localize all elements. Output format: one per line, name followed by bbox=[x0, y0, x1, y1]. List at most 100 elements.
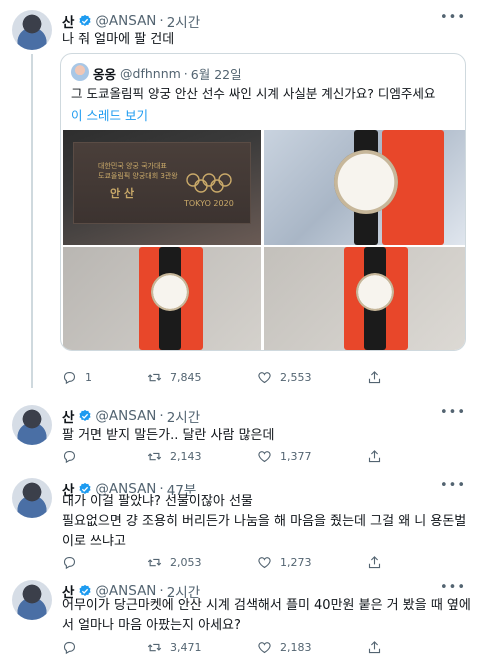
retweet-button[interactable]: 7,845 bbox=[147, 370, 257, 385]
retweet-button[interactable]: 2,143 bbox=[147, 449, 257, 464]
like-button[interactable]: 1,273 bbox=[257, 555, 367, 570]
reply-count: 1 bbox=[85, 371, 92, 384]
tweet-2[interactable]: 산 @ANSAN · 2시간 ••• 팔 거면 받지 말든가.. 달란 사람 많… bbox=[0, 395, 480, 465]
reply-button[interactable]: 1 bbox=[62, 370, 147, 385]
share-icon bbox=[368, 641, 381, 654]
avatar[interactable] bbox=[12, 10, 52, 50]
timestamp[interactable]: 2시간 bbox=[167, 11, 200, 31]
box-engraving-signature: 안 산 bbox=[110, 187, 135, 200]
tweet-text-line: 필요없으면 걍 조용히 버리든가 나눔을 해 마음을 줬는데 그걸 왜 니 용돈… bbox=[62, 514, 467, 529]
reply-icon bbox=[63, 450, 76, 464]
more-options-icon[interactable]: ••• bbox=[440, 478, 466, 493]
box-engraving-line-2: 도쿄올림픽 양궁대회 3관왕 bbox=[98, 172, 178, 180]
retweet-count: 2,143 bbox=[170, 450, 202, 463]
tweet-3[interactable]: 산 @ANSAN · 47분 ••• 내가 이걸 팔았냐? 선물이잖아 선물 필… bbox=[0, 468, 480, 573]
quoted-image-watch-case-2[interactable] bbox=[264, 247, 465, 350]
quoted-image-watch-closeup[interactable] bbox=[264, 130, 465, 245]
quoted-image-box[interactable]: 대한민국 양궁 국가대표 도쿄올림픽 양궁대회 3관왕 안 산 TOKYO 20… bbox=[63, 130, 261, 245]
share-button[interactable] bbox=[367, 640, 390, 655]
quoted-text: 그 도쿄올림픽 양궁 안산 선수 싸인 시계 사실분 계신가요? 디엠주세요 bbox=[71, 86, 436, 101]
avatar[interactable] bbox=[12, 580, 52, 620]
like-count: 1,377 bbox=[280, 450, 312, 463]
tweet-text: 나 줘 얼마에 팔 건데 bbox=[62, 32, 175, 47]
display-name[interactable]: 산 bbox=[62, 11, 74, 31]
share-icon bbox=[368, 556, 381, 569]
quoted-avatar[interactable] bbox=[71, 63, 89, 81]
tweet-text-line: 이로 쓰냐고 bbox=[62, 534, 126, 549]
tweet-1[interactable]: 산 @ANSAN · 2시간 ••• 나 줘 얼마에 팔 건데 옹옹 @dfhn… bbox=[0, 0, 480, 395]
avatar[interactable] bbox=[12, 478, 52, 518]
heart-icon bbox=[258, 557, 271, 569]
user-handle[interactable]: @ANSAN bbox=[95, 408, 156, 424]
retweet-icon bbox=[147, 452, 162, 461]
box-tokyo-text: TOKYO 2020 bbox=[184, 199, 234, 208]
reply-icon bbox=[63, 641, 76, 655]
retweet-count: 3,471 bbox=[170, 641, 202, 654]
share-icon bbox=[368, 450, 381, 463]
quoted-display-name: 옹옹 bbox=[93, 67, 117, 82]
tweet-4[interactable]: 산 @ANSAN · 2시간 ••• 어무이가 당근마켓에 안산 시계 검색해서… bbox=[0, 570, 480, 659]
watch-face bbox=[356, 273, 394, 311]
reply-button[interactable] bbox=[62, 449, 147, 464]
tweet-actions: 3,471 2,183 bbox=[62, 640, 390, 655]
user-handle[interactable]: @ANSAN bbox=[95, 13, 156, 29]
tweet-actions: 1 7,845 2,553 bbox=[62, 370, 390, 385]
tweet-header: 산 @ANSAN · 2시간 bbox=[62, 406, 200, 426]
tweet-text-line: 서 얼마나 마음 아팠는지 아세요? bbox=[62, 618, 241, 633]
tweet-text-line: 내가 이걸 팔았냐? 선물이잖아 선물 bbox=[62, 494, 253, 509]
reply-icon bbox=[63, 371, 76, 385]
tweet-actions: 2,143 1,377 bbox=[62, 449, 390, 464]
retweet-icon bbox=[147, 373, 162, 382]
more-options-icon[interactable]: ••• bbox=[440, 580, 466, 595]
olympic-rings-icon bbox=[186, 173, 232, 193]
tweet-actions: 2,053 1,273 bbox=[62, 555, 390, 570]
heart-icon bbox=[258, 372, 271, 384]
show-thread-link[interactable]: 이 스레드 보기 bbox=[71, 105, 148, 124]
verified-badge-icon bbox=[79, 14, 91, 26]
heart-icon bbox=[258, 642, 271, 654]
retweet-icon bbox=[147, 643, 162, 652]
like-button[interactable]: 2,183 bbox=[257, 640, 367, 655]
tweet-header: 산 @ANSAN · 2시간 bbox=[62, 11, 200, 31]
tweet-text: 팔 거면 받지 말든가.. 달란 사람 많은데 bbox=[62, 428, 275, 443]
watch-face bbox=[334, 150, 398, 214]
like-count: 2,553 bbox=[280, 371, 312, 384]
like-button[interactable]: 1,377 bbox=[257, 449, 367, 464]
timestamp[interactable]: 2시간 bbox=[167, 406, 200, 426]
reply-icon bbox=[63, 556, 76, 570]
share-button[interactable] bbox=[367, 555, 390, 570]
retweet-button[interactable]: 3,471 bbox=[147, 640, 257, 655]
like-count: 2,183 bbox=[280, 641, 312, 654]
quoted-timestamp: 6월 22일 bbox=[190, 67, 242, 82]
reply-button[interactable] bbox=[62, 555, 147, 570]
more-options-icon[interactable]: ••• bbox=[440, 405, 466, 420]
share-button[interactable] bbox=[367, 449, 390, 464]
quoted-image-watch-case[interactable] bbox=[63, 247, 261, 350]
separator-dot: · bbox=[159, 13, 164, 29]
tweet-text-line: 어무이가 당근마켓에 안산 시계 검색해서 플미 40만원 붙은 거 봤을 때 … bbox=[62, 598, 471, 613]
quoted-header: 옹옹 @dfhnnm · 6월 22일 bbox=[93, 64, 242, 83]
like-count: 1,273 bbox=[280, 556, 312, 569]
display-name[interactable]: 산 bbox=[62, 406, 74, 426]
retweet-count: 2,053 bbox=[170, 556, 202, 569]
like-button[interactable]: 2,553 bbox=[257, 370, 367, 385]
tweet-text: 내가 이걸 팔았냐? 선물이잖아 선물 필요없으면 걍 조용히 버리든가 나눔을… bbox=[62, 492, 472, 552]
retweet-count: 7,845 bbox=[170, 371, 202, 384]
heart-icon bbox=[258, 451, 271, 463]
reply-button[interactable] bbox=[62, 640, 147, 655]
verified-badge-icon bbox=[79, 409, 91, 421]
separator-dot: · bbox=[183, 66, 188, 81]
separator-dot: · bbox=[159, 408, 164, 424]
retweet-button[interactable]: 2,053 bbox=[147, 555, 257, 570]
share-icon bbox=[368, 371, 381, 384]
tweet-text: 어무이가 당근마켓에 안산 시계 검색해서 플미 40만원 붙은 거 봤을 때 … bbox=[62, 596, 472, 636]
box-engraving-line-1: 대한민국 양궁 국가대표 bbox=[98, 162, 167, 170]
more-options-icon[interactable]: ••• bbox=[440, 10, 466, 25]
avatar[interactable] bbox=[12, 405, 52, 445]
watch-face bbox=[151, 273, 189, 311]
quoted-tweet[interactable]: 옹옹 @dfhnnm · 6월 22일 그 도쿄올림픽 양궁 안산 선수 싸인 … bbox=[60, 53, 466, 351]
share-button[interactable] bbox=[367, 370, 390, 385]
quoted-handle: @dfhnnm bbox=[120, 66, 181, 81]
retweet-icon bbox=[147, 558, 162, 567]
watch-box: 대한민국 양궁 국가대표 도쿄올림픽 양궁대회 3관왕 안 산 TOKYO 20… bbox=[73, 142, 251, 224]
